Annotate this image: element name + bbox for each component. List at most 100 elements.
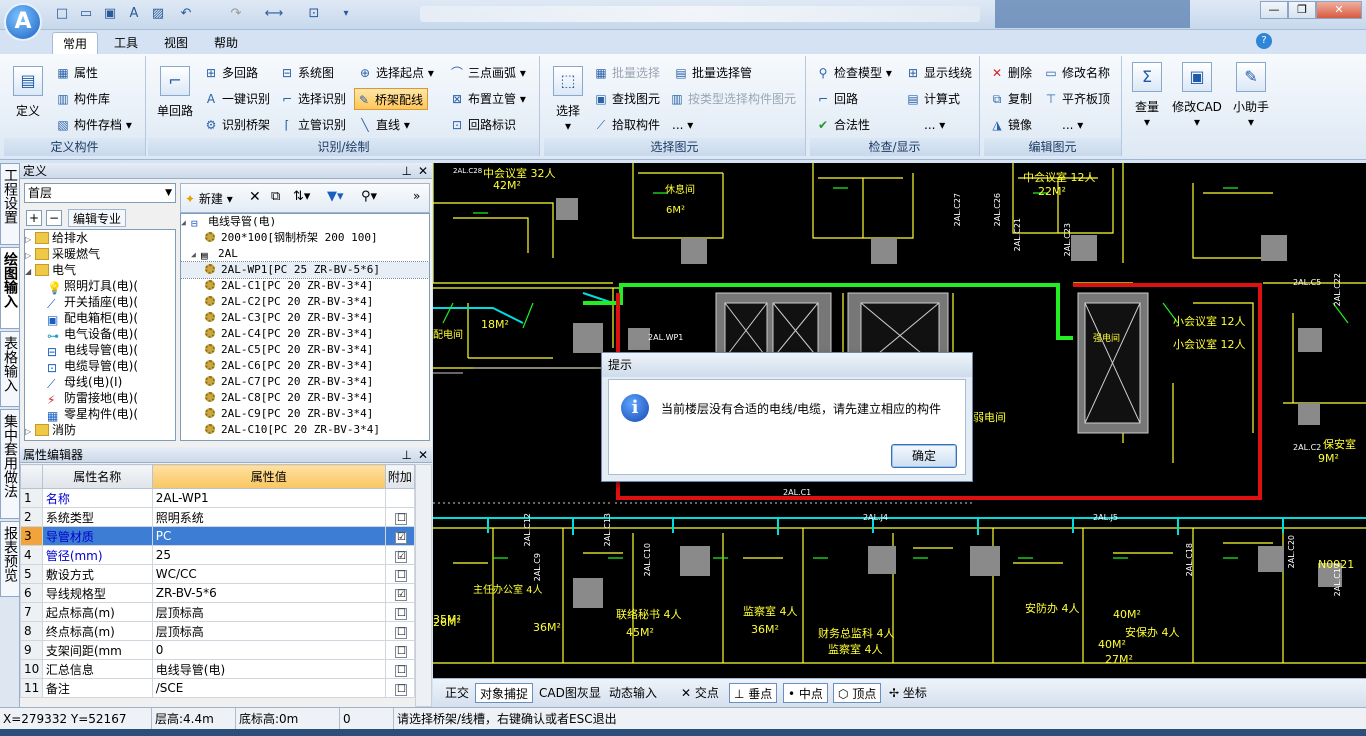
- tree-item[interactable]: ⟋ 开关插座(电)(: [25, 294, 175, 311]
- property-value[interactable]: /SCE: [151, 678, 386, 698]
- property-value[interactable]: 照明系统: [151, 507, 386, 527]
- tray-wiring-button[interactable]: ✎ 桥架配线: [354, 88, 429, 110]
- vertex-snap[interactable]: ⬡ 顶点: [833, 683, 882, 703]
- property-row[interactable]: 11 备注/SCE ☐: [20, 678, 416, 698]
- extra-checkbox[interactable]: ☑: [384, 583, 416, 603]
- property-row[interactable]: 8 终点标高(m) 层顶标高 ☐: [20, 621, 416, 641]
- delete-button[interactable]: ✕ 删除: [988, 62, 1032, 84]
- vtab-table-input[interactable]: 表格输入: [0, 331, 20, 407]
- open-folder-icon[interactable]: ▭: [76, 4, 96, 24]
- copy-button[interactable]: ⧉ 复制: [988, 88, 1032, 110]
- checkbox-icon[interactable]: ☑: [395, 550, 408, 563]
- three-point-arc-button[interactable]: ⌒ 三点画弧 ▾: [448, 62, 526, 84]
- extra-checkbox[interactable]: ☐: [384, 621, 416, 641]
- measure-icon[interactable]: ⟷: [264, 4, 284, 24]
- check-model-button[interactable]: ⚲ 检查模型 ▾: [814, 62, 892, 84]
- delete-component-icon[interactable]: ✕: [249, 189, 261, 205]
- extra-checkbox[interactable]: ☐: [384, 659, 416, 679]
- intersection-snap[interactable]: ✕ 交点: [677, 683, 723, 703]
- one-key-identify-button[interactable]: A 一键识别: [202, 88, 270, 110]
- place-riser-button[interactable]: ⊠ 布置立管 ▾: [448, 88, 526, 110]
- mirror-button[interactable]: ◮ 镜像: [988, 114, 1032, 136]
- new-file-icon[interactable]: □: [52, 4, 72, 24]
- property-row[interactable]: 1 名称 2AL-WP1: [20, 488, 416, 508]
- checkbox-icon[interactable]: ☑: [395, 588, 408, 601]
- midpoint-snap[interactable]: • 中点: [783, 683, 828, 703]
- save-icon[interactable]: ▣: [100, 4, 120, 24]
- loop-button[interactable]: ⌐ 回路: [814, 88, 858, 110]
- property-row[interactable]: 9 支架间距(mm 0 ☐: [20, 640, 416, 660]
- coordinate-snap[interactable]: ✢ 坐标: [885, 683, 931, 703]
- property-value[interactable]: WC/CC: [151, 564, 386, 584]
- property-row[interactable]: 6 导线规格型 ZR-BV-5*6 ☑: [20, 583, 416, 603]
- property-value[interactable]: ZR-BV-5*6: [151, 583, 386, 603]
- redo-icon[interactable]: ↷: [226, 4, 246, 24]
- dynamic-input-toggle[interactable]: 动态输入: [605, 683, 661, 703]
- tree-item[interactable]: 2AL-C9[PC 20 ZR-BV-3*4]: [181, 406, 429, 422]
- find-element-button[interactable]: ▣ 查找图元: [592, 88, 660, 110]
- riser-identify-button[interactable]: ⌈ 立管识别: [278, 114, 346, 136]
- collapse-all-icon[interactable]: −: [46, 210, 62, 226]
- maximize-button[interactable]: ❐: [1288, 1, 1316, 19]
- tree-item[interactable]: 2AL-C1[PC 20 ZR-BV-3*4]: [181, 278, 429, 294]
- tree-item[interactable]: 2AL-C2[PC 20 ZR-BV-3*4]: [181, 294, 429, 310]
- extra-checkbox[interactable]: ☐: [384, 678, 416, 698]
- screen-icon[interactable]: ⊡: [304, 4, 324, 24]
- property-value[interactable]: 25: [151, 545, 386, 565]
- extra-checkbox[interactable]: ☑: [384, 526, 416, 546]
- copy-component-icon[interactable]: ⧉: [271, 189, 280, 204]
- property-value[interactable]: 电线导管(电): [151, 659, 386, 679]
- tree-item[interactable]: ⊶ 电气设备(电)(: [25, 326, 175, 343]
- perpendicular-snap[interactable]: ⊥ 垂点: [729, 683, 778, 703]
- tree-item[interactable]: 200*100[钢制桥架 200 100]: [181, 230, 429, 246]
- property-row[interactable]: 3 导管材质 PC ☑: [20, 526, 416, 546]
- minimize-button[interactable]: —: [1260, 1, 1288, 19]
- tree-item[interactable]: ⊟ 电线导管(电)(: [25, 342, 175, 359]
- edit-more-button[interactable]: ... ▾: [1042, 114, 1083, 136]
- tree-item[interactable]: ⟋ 母线(电)(I): [25, 374, 175, 391]
- tree-item[interactable]: 2AL-C10[PC 20 ZR-BV-3*4]: [181, 422, 429, 438]
- checkbox-icon[interactable]: ☐: [395, 512, 408, 525]
- vtab-report-preview[interactable]: 报表预览: [0, 521, 20, 597]
- quantity-button[interactable]: Σ 查量 ▾: [1126, 62, 1168, 129]
- property-row[interactable]: 7 起点标高(m) 层顶标高 ☐: [20, 602, 416, 622]
- rename-button[interactable]: ▭ 修改名称: [1042, 62, 1110, 84]
- ok-button[interactable]: 确定: [891, 444, 957, 468]
- checkbox-icon[interactable]: ☐: [395, 683, 408, 696]
- checkbox-icon[interactable]: ☑: [395, 531, 408, 544]
- cad-gray-toggle[interactable]: CAD图灰显: [535, 683, 605, 703]
- modify-cad-button[interactable]: ▣ 修改CAD ▾: [1170, 62, 1224, 129]
- property-scrollbar[interactable]: [415, 464, 432, 707]
- extra-checkbox[interactable]: ☐: [384, 602, 416, 622]
- property-value[interactable]: 层顶标高: [151, 602, 386, 622]
- validity-button[interactable]: ✔ 合法性: [814, 114, 870, 136]
- pick-component-button[interactable]: ⟋ 拾取构件: [592, 114, 660, 136]
- select-start-button[interactable]: ⊕ 选择起点 ▾: [356, 62, 434, 84]
- multi-loop-button[interactable]: ⊞ 多回路: [202, 62, 258, 84]
- single-loop-button[interactable]: ⌐ 单回路: [152, 66, 198, 119]
- tree-item[interactable]: ▷ 采暖燃气: [25, 246, 175, 262]
- tree-item[interactable]: ◢ 电气: [25, 262, 175, 278]
- qat-more-icon[interactable]: ▾: [336, 4, 356, 24]
- formula-button[interactable]: ▤ 计算式: [904, 88, 960, 110]
- tree-item-selected[interactable]: 2AL-WP1[PC 25 ZR-BV-5*6]: [181, 261, 429, 279]
- vtab-drawing-input[interactable]: 绘图输入: [0, 247, 20, 329]
- assistant-button[interactable]: ✎ 小助手 ▾: [1228, 62, 1274, 129]
- tree-item[interactable]: 2AL-C4[PC 20 ZR-BV-3*4]: [181, 326, 429, 342]
- tree-item[interactable]: ◢ ▤ 2AL: [181, 246, 429, 262]
- tree-item[interactable]: 2AL-C5[PC 20 ZR-BV-3*4]: [181, 342, 429, 358]
- extra-checkbox[interactable]: [384, 488, 416, 508]
- tab-help[interactable]: 帮助: [204, 32, 248, 54]
- checkbox-icon[interactable]: ☐: [395, 626, 408, 639]
- app-logo[interactable]: A: [4, 3, 42, 41]
- tree-item[interactable]: 2AL-C6[PC 20 ZR-BV-3*4]: [181, 358, 429, 374]
- batch-select-button[interactable]: ▦ 批量选择: [592, 62, 660, 84]
- object-snap-toggle[interactable]: 对象捕捉: [475, 683, 534, 703]
- checkbox-icon[interactable]: ☐: [395, 607, 408, 620]
- property-row[interactable]: 10 汇总信息 电线导管(电) ☐: [20, 659, 416, 679]
- vtab-project-settings[interactable]: 工程设置: [0, 163, 20, 245]
- toolbar-more-icon[interactable]: »: [413, 189, 420, 203]
- image-icon[interactable]: ▨: [148, 4, 168, 24]
- tab-tools[interactable]: 工具: [104, 32, 148, 54]
- sort-icon[interactable]: ⇅▾: [293, 189, 310, 204]
